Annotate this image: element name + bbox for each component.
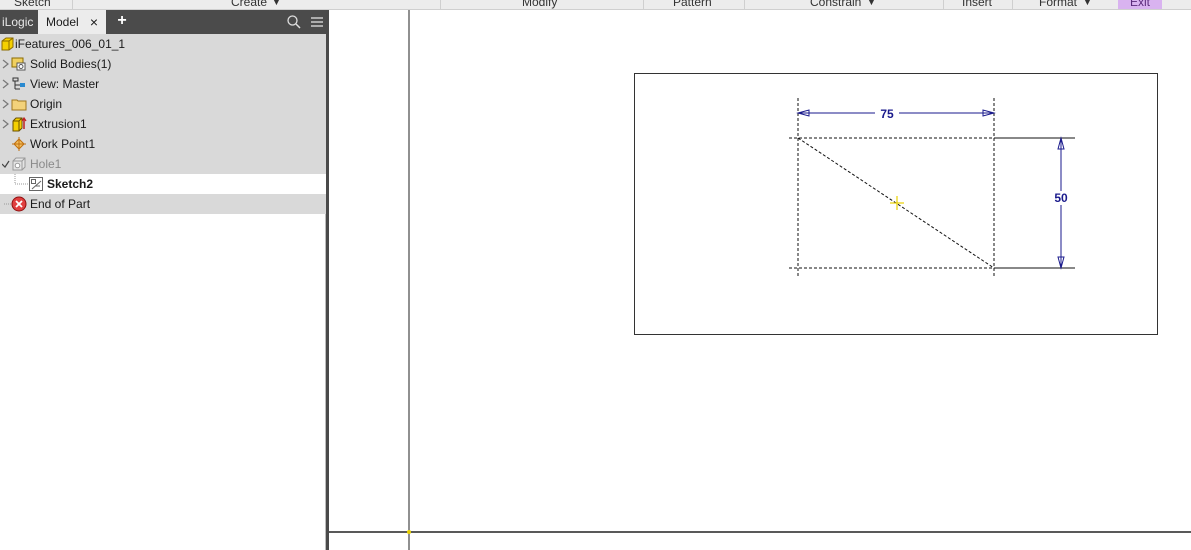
ribbon-separator bbox=[72, 0, 73, 9]
exit-button[interactable]: Exit bbox=[1118, 0, 1162, 9]
tree-item-view-master[interactable]: View: Master bbox=[0, 74, 326, 94]
ribbon-panel-constrain[interactable]: Constrain bbox=[810, 0, 861, 9]
tree-item-hole1[interactable]: Hole1 bbox=[0, 154, 326, 174]
expand-arrow-icon[interactable] bbox=[2, 59, 10, 69]
browser-tab-bar: iLogic Model × + bbox=[0, 10, 326, 34]
tree-item-label: Work Point1 bbox=[30, 137, 96, 151]
tree-item-label: Hole1 bbox=[30, 157, 62, 171]
folder-icon bbox=[11, 99, 27, 111]
tree-item-label: Sketch2 bbox=[47, 177, 94, 191]
work-point-icon bbox=[12, 137, 26, 151]
extrusion-icon bbox=[12, 116, 27, 132]
tree-item-label: iFeatures_006_01_1 bbox=[15, 37, 126, 51]
ribbon-panel-pattern[interactable]: Pattern bbox=[673, 0, 712, 9]
tree-item-label: End of Part bbox=[30, 197, 91, 211]
center-point[interactable] bbox=[890, 196, 904, 210]
hole-icon bbox=[12, 157, 26, 171]
sketch-icon bbox=[29, 177, 43, 191]
view-icon bbox=[12, 77, 25, 90]
tab-ilogic[interactable]: iLogic bbox=[0, 10, 38, 34]
tree-item-extrusion1[interactable]: Extrusion1 bbox=[0, 114, 326, 134]
tab-model-label: Model bbox=[46, 15, 79, 29]
menu-icon[interactable] bbox=[309, 14, 325, 30]
add-tab-icon[interactable]: + bbox=[114, 10, 130, 34]
construction-rectangle[interactable] bbox=[789, 98, 1075, 278]
ribbon-panel-insert[interactable]: Insert bbox=[962, 0, 992, 9]
tree-item-label: Origin bbox=[30, 97, 63, 111]
tree-item-work-point1[interactable]: Work Point1 bbox=[0, 134, 326, 154]
end-of-part-icon bbox=[11, 196, 27, 212]
graphics-canvas[interactable]: 75 50 bbox=[329, 10, 1191, 550]
origin-point[interactable] bbox=[407, 530, 411, 534]
expand-check-icon[interactable] bbox=[2, 159, 10, 169]
ribbon-separator bbox=[440, 0, 441, 9]
tree-item-label: View: Master bbox=[30, 77, 100, 91]
tree-item-label: Extrusion1 bbox=[30, 117, 87, 131]
horizontal-dimension[interactable] bbox=[796, 106, 996, 120]
model-tree: iFeatures_006_01_1 Solid Bodies(1) View:… bbox=[0, 34, 326, 214]
tree-item-origin[interactable]: Origin bbox=[0, 94, 326, 114]
tree-item-solid-bodies[interactable]: Solid Bodies(1) bbox=[0, 54, 326, 74]
dimension-value-vertical[interactable]: 50 bbox=[1054, 191, 1068, 205]
ribbon-separator bbox=[643, 0, 644, 9]
ribbon-panel-modify[interactable]: Modify bbox=[522, 0, 557, 9]
ribbon-separator bbox=[943, 0, 944, 9]
tree-item-sketch2[interactable]: Sketch2 bbox=[0, 174, 326, 194]
dimension-value-horizontal[interactable]: 75 bbox=[880, 107, 894, 121]
ribbon-panel-create[interactable]: Create bbox=[231, 0, 267, 9]
search-icon[interactable] bbox=[286, 14, 302, 30]
close-icon[interactable]: × bbox=[86, 10, 102, 34]
chevron-down-icon[interactable]: ▼ bbox=[1083, 0, 1092, 9]
tree-item-label: Solid Bodies(1) bbox=[30, 57, 112, 71]
tree-item-part[interactable]: iFeatures_006_01_1 bbox=[0, 34, 326, 54]
ribbon: Sketch Create ▼ Modify Pattern Constrain… bbox=[0, 0, 1191, 10]
ribbon-tab-sketch[interactable]: Sketch bbox=[14, 0, 51, 9]
chevron-down-icon[interactable]: ▼ bbox=[867, 0, 876, 9]
exit-label: Exit bbox=[1130, 0, 1151, 9]
tree-item-end-of-part[interactable]: End of Part bbox=[0, 194, 326, 214]
model-browser-panel: iLogic Model × + iFeatures_006_01_1 Soli… bbox=[0, 10, 326, 550]
sketch-viewport[interactable]: 75 50 bbox=[329, 10, 1191, 550]
ribbon-separator bbox=[744, 0, 745, 9]
ribbon-panel-format[interactable]: Format bbox=[1039, 0, 1077, 9]
expand-arrow-icon[interactable] bbox=[2, 119, 10, 129]
ribbon-separator bbox=[1012, 0, 1013, 9]
part-icon bbox=[1, 37, 14, 51]
solid-bodies-icon bbox=[11, 57, 26, 71]
chevron-down-icon[interactable]: ▼ bbox=[272, 0, 281, 9]
expand-arrow-icon[interactable] bbox=[2, 99, 10, 109]
expand-arrow-icon[interactable] bbox=[2, 79, 10, 89]
